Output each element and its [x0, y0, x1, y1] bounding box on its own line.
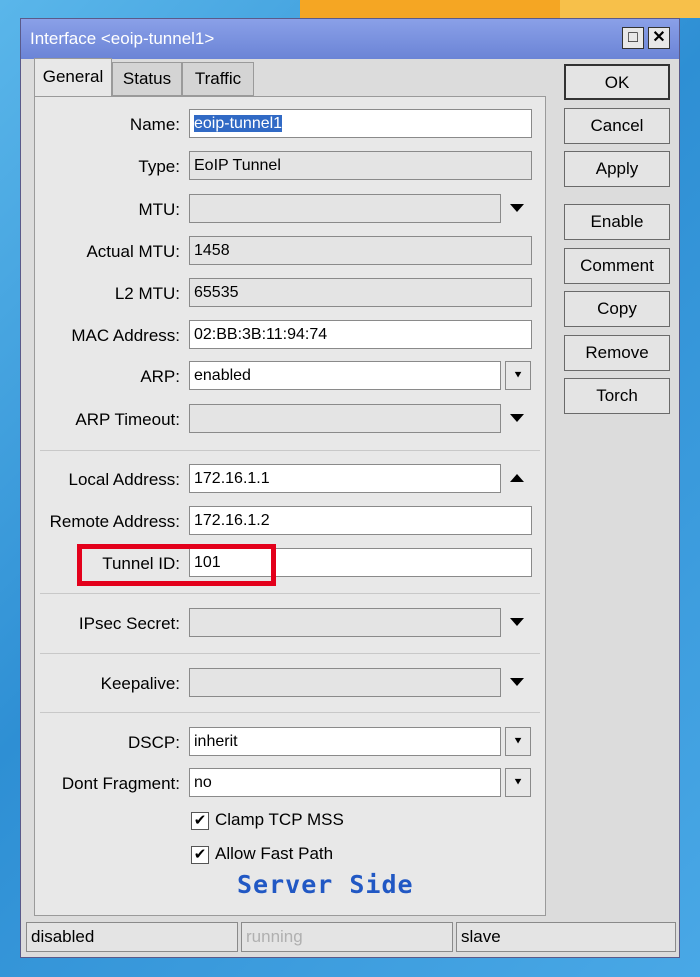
divider	[40, 450, 540, 451]
mtu-dropdown-icon[interactable]	[510, 204, 524, 212]
mac-address-label: MAC Address:	[71, 326, 180, 345]
maximize-icon[interactable]: □	[622, 27, 644, 49]
arp-timeout-dropdown-icon[interactable]	[510, 414, 524, 422]
l2-mtu-field: 65535	[189, 278, 532, 307]
tab-status[interactable]: Status	[112, 62, 182, 96]
keepalive-label: Keepalive:	[100, 674, 180, 693]
ipsec-secret-label: IPsec Secret:	[78, 614, 180, 633]
dscp-select[interactable]: inherit	[189, 727, 501, 756]
tunnel-id-highlight	[77, 544, 276, 586]
dont-fragment-dropdown-icon[interactable]: ⯆	[505, 768, 531, 797]
mtu-label: MTU:	[138, 200, 180, 219]
server-side-annotation: Server Side	[237, 870, 414, 899]
enable-button[interactable]: Enable	[564, 204, 670, 240]
remote-address-input[interactable]: 172.16.1.2	[189, 506, 532, 535]
type-field: EoIP Tunnel	[189, 151, 532, 180]
arp-dropdown-icon[interactable]: ⯆	[505, 361, 531, 390]
local-address-label: Local Address:	[68, 470, 180, 489]
status-disabled: disabled	[26, 922, 238, 952]
allow-fast-path-checkbox[interactable]: ✔	[191, 846, 209, 864]
type-label: Type:	[138, 157, 180, 176]
local-address-input[interactable]: 172.16.1.1	[189, 464, 501, 493]
cancel-button[interactable]: Cancel	[564, 108, 670, 144]
ok-button[interactable]: OK	[564, 64, 670, 100]
remove-button[interactable]: Remove	[564, 335, 670, 371]
apply-button[interactable]: Apply	[564, 151, 670, 187]
status-running: running	[241, 922, 453, 952]
window-title: Interface <eoip-tunnel1>	[30, 29, 215, 48]
tab-general[interactable]: General	[34, 58, 112, 98]
window-titlebar[interactable]: Interface <eoip-tunnel1>	[21, 19, 679, 59]
clamp-tcp-mss-checkbox[interactable]: ✔	[191, 812, 209, 830]
remote-address-label: Remote Address:	[49, 512, 180, 531]
tab-traffic[interactable]: Traffic	[182, 62, 254, 96]
arp-select[interactable]: enabled	[189, 361, 501, 390]
dont-fragment-label: Dont Fragment:	[61, 774, 180, 793]
name-input[interactable]: eoip-tunnel1	[189, 109, 532, 138]
actual-mtu-field: 1458	[189, 236, 532, 265]
allow-fast-path-label: Allow Fast Path	[215, 844, 334, 863]
dont-fragment-select[interactable]: no	[189, 768, 501, 797]
divider	[40, 653, 540, 654]
torch-button[interactable]: Torch	[564, 378, 670, 414]
comment-button[interactable]: Comment	[564, 248, 670, 284]
divider	[40, 712, 540, 713]
copy-button[interactable]: Copy	[564, 291, 670, 327]
l2-mtu-label: L2 MTU:	[114, 284, 180, 303]
dscp-dropdown-icon[interactable]: ⯆	[505, 727, 531, 756]
close-icon[interactable]: ✕	[648, 27, 670, 49]
keepalive-dropdown-icon[interactable]	[510, 678, 524, 686]
clamp-tcp-mss-label: Clamp TCP MSS	[215, 810, 344, 829]
dscp-label: DSCP:	[128, 733, 180, 752]
arp-label: ARP:	[140, 367, 180, 386]
mtu-input[interactable]	[189, 194, 501, 223]
divider	[40, 593, 540, 594]
keepalive-input[interactable]	[189, 668, 501, 697]
arp-timeout-input[interactable]	[189, 404, 501, 433]
local-address-collapse-icon[interactable]	[510, 474, 524, 482]
ipsec-secret-dropdown-icon[interactable]	[510, 618, 524, 626]
ipsec-secret-input[interactable]	[189, 608, 501, 637]
name-label: Name:	[129, 115, 180, 134]
arp-timeout-label: ARP Timeout:	[75, 410, 180, 429]
name-value: eoip-tunnel1	[194, 115, 283, 132]
status-slave: slave	[456, 922, 676, 952]
mac-address-input[interactable]: 02:BB:3B:11:94:74	[189, 320, 532, 349]
desktop-background-accent-2	[560, 0, 700, 18]
actual-mtu-label: Actual MTU:	[86, 242, 180, 261]
